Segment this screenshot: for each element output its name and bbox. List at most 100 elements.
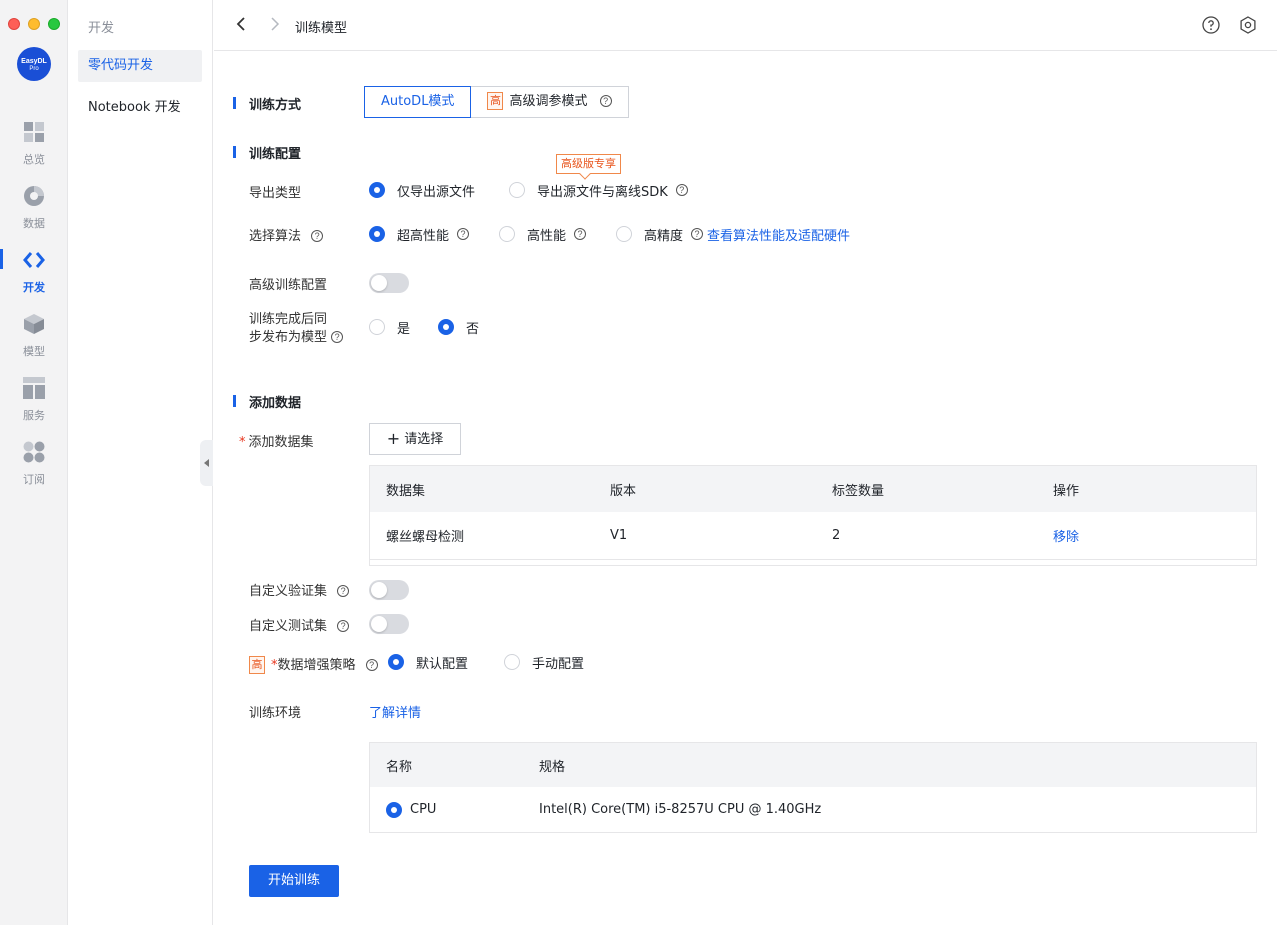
radio-label: 高性能	[527, 228, 567, 244]
rail-item-develop[interactable]: 开发	[0, 249, 68, 305]
col-header-action: 操作	[1053, 483, 1080, 499]
chevron-right-icon[interactable]	[266, 16, 282, 32]
radio-dot	[386, 801, 402, 818]
pie-chart-icon	[24, 186, 44, 206]
plus-icon: +	[386, 429, 401, 448]
rail-item-service[interactable]: 服务	[0, 377, 68, 433]
select-dataset-button[interactable]: + 请选择	[369, 423, 461, 455]
radio-label: 仅导出源文件	[397, 184, 476, 200]
custom-test-text: 自定义测试集	[249, 619, 328, 634]
custom-test-toggle[interactable]	[369, 614, 409, 634]
advanced-config-label: 高级训练配置	[249, 278, 328, 293]
table-header: 数据集 版本 标签数量 操作	[370, 466, 1256, 512]
custom-test-label: 自定义测试集 ?	[249, 615, 350, 634]
logo-sub: Pro	[29, 66, 39, 72]
help-icon[interactable]: ?	[365, 659, 378, 671]
section-add-data: 添加数据	[233, 392, 301, 411]
rail-label: 订阅	[23, 473, 45, 486]
radio-dot	[369, 319, 385, 335]
radio-publish-no[interactable]: 否	[438, 318, 479, 337]
help-icon[interactable]: ?	[574, 228, 587, 240]
train-mode-group: AutoDL模式 高高级调参模式 ?	[364, 86, 629, 118]
chevron-left-icon[interactable]	[234, 16, 250, 32]
rail-label: 服务	[23, 409, 45, 422]
section-train-config: 训练配置	[233, 143, 301, 162]
help-icon[interactable]: ?	[457, 228, 470, 240]
radio-dot	[504, 654, 521, 670]
cell-dataset-name: 螺丝螺母检测	[386, 530, 465, 545]
radio-aug-default[interactable]: 默认配置	[388, 653, 468, 672]
help-icon[interactable]: ?	[337, 585, 350, 597]
code-icon	[23, 252, 45, 268]
mode-autodl-button[interactable]: AutoDL模式	[364, 86, 472, 118]
radio-algo-ultra[interactable]: 超高性能 ?	[369, 225, 470, 244]
radio-export-sdk[interactable]: 导出源文件与离线SDK ?	[509, 181, 688, 200]
custom-validation-toggle[interactable]	[369, 580, 409, 600]
custom-validation-label: 自定义验证集 ?	[249, 580, 350, 599]
rail-label: 数据	[23, 217, 45, 230]
help-icon[interactable]	[1202, 16, 1220, 34]
radio-algo-precision[interactable]: 高精度 ?	[616, 225, 704, 244]
col-header-version: 版本	[610, 483, 637, 499]
remove-dataset-link[interactable]: 移除	[1053, 530, 1079, 545]
table-row: 螺丝螺母检测 V1 2 移除	[370, 512, 1256, 560]
window-close-button[interactable]	[8, 18, 20, 30]
cell-label-count: 2	[832, 528, 841, 543]
cell-version: V1	[610, 528, 628, 543]
algorithm-label: 选择算法 ?	[249, 225, 324, 244]
start-training-button[interactable]: 开始训练	[249, 865, 339, 897]
radio-aug-manual[interactable]: 手动配置	[504, 653, 584, 672]
radio-algo-high[interactable]: 高性能 ?	[499, 225, 587, 244]
radio-label: 是	[397, 321, 411, 337]
publish-label: 训练完成后同 步发布为模型 ?	[249, 311, 344, 347]
help-icon[interactable]: ?	[675, 184, 688, 196]
help-icon[interactable]: ?	[331, 331, 344, 343]
dataset-table: 数据集 版本 标签数量 操作 螺丝螺母检测 V1 2 移除	[369, 465, 1257, 566]
dataset-label: * 添加数据集	[239, 431, 314, 450]
table-row: CPU Intel(R) Core(TM) i5-8257U CPU @ 1.4…	[370, 787, 1256, 832]
advanced-config-toggle[interactable]	[369, 273, 409, 293]
sidebar-item-notebook[interactable]: Notebook 开发	[78, 92, 202, 124]
section-train-mode: 训练方式	[233, 94, 301, 113]
sidebar-item-zero-code[interactable]: 零代码开发	[78, 50, 202, 82]
settings-icon[interactable]	[1239, 16, 1257, 34]
rail-label: 开发	[23, 281, 45, 294]
algorithm-label-text: 选择算法	[249, 229, 302, 244]
help-icon[interactable]: ?	[599, 95, 612, 107]
radio-dot	[616, 226, 633, 242]
radio-dot	[499, 226, 516, 242]
augmentation-label: 高 *数据增强策略 ?	[249, 654, 378, 674]
help-icon[interactable]: ?	[337, 620, 350, 632]
radio-publish-yes[interactable]: 是	[369, 318, 410, 337]
window-minimize-button[interactable]	[28, 18, 40, 30]
radio-dot	[369, 182, 385, 198]
rail-item-subscribe[interactable]: 订阅	[0, 441, 68, 497]
radio-env-cpu[interactable]: CPU	[386, 801, 436, 818]
page-title: 训练模型	[295, 21, 348, 36]
rail-item-data[interactable]: 数据	[0, 185, 68, 241]
help-icon[interactable]: ?	[311, 230, 324, 242]
radio-label: 否	[466, 321, 480, 337]
dashboard-icon	[24, 122, 44, 142]
radio-label: 超高性能	[397, 228, 450, 244]
rail-item-overview[interactable]: 总览	[0, 121, 68, 177]
advanced-badge: 高	[487, 92, 504, 110]
sidebar-collapse-handle[interactable]	[200, 440, 213, 486]
publish-label-line2: 步发布为模型	[249, 330, 328, 345]
col-header-name: 名称	[386, 759, 413, 775]
radio-dot	[369, 226, 385, 242]
radio-export-source[interactable]: 仅导出源文件	[369, 181, 475, 200]
rail-item-model[interactable]: 模型	[0, 313, 68, 369]
rail-label: 模型	[23, 345, 45, 358]
radio-label: 默认配置	[416, 656, 469, 672]
window-zoom-button[interactable]	[48, 18, 60, 30]
radio-label: 高精度	[644, 228, 684, 244]
environment-table: 名称 规格 CPU Intel(R) Core(TM) i5-8257U CPU…	[369, 742, 1257, 833]
cell-env-spec: Intel(R) Core(TM) i5-8257U CPU @ 1.40GHz	[539, 802, 822, 817]
help-icon[interactable]: ?	[691, 228, 704, 240]
mode-advanced-button[interactable]: 高高级调参模式 ?	[471, 86, 629, 118]
augmentation-label-text: 数据增强策略	[277, 658, 356, 673]
layout-icon	[23, 377, 45, 399]
algorithm-info-link[interactable]: 查看算法性能及适配硬件	[707, 225, 850, 244]
environment-info-link[interactable]: 了解详情	[369, 702, 421, 721]
